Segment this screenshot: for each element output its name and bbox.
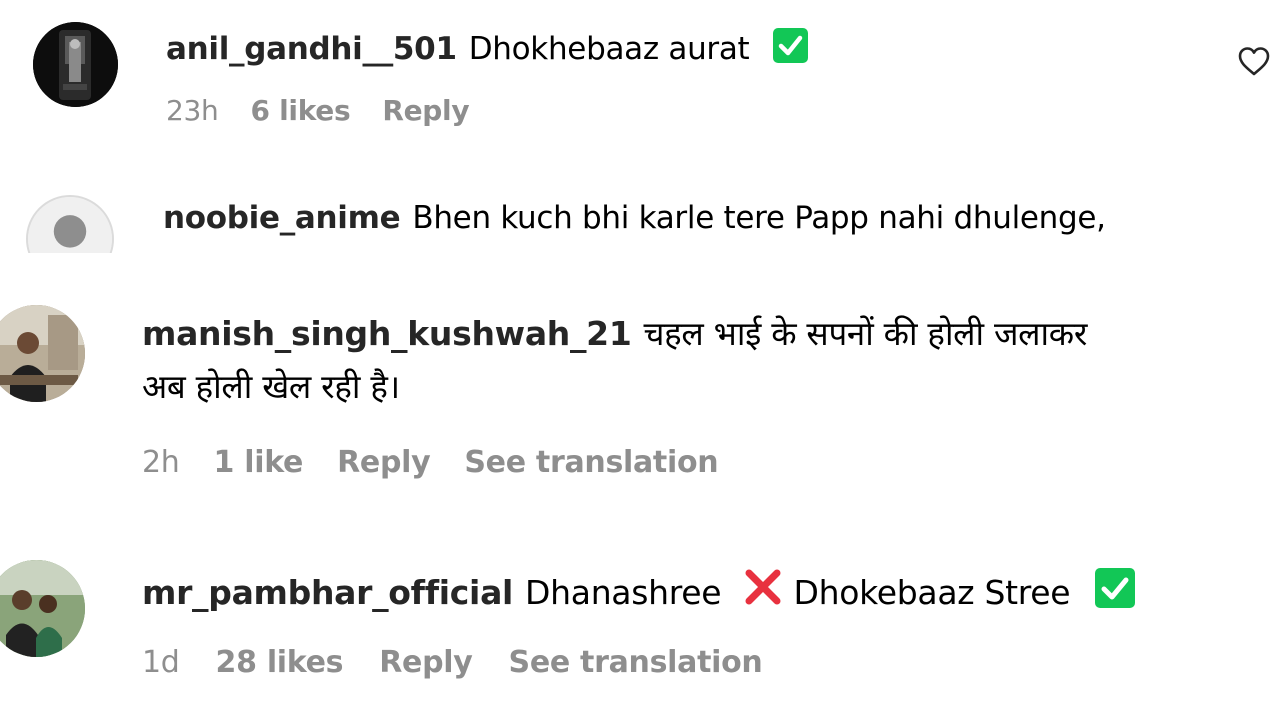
- heart-outline-icon[interactable]: [1237, 45, 1271, 79]
- comment-meta: 1d 28 likes Reply See translation: [142, 643, 763, 683]
- comment-text-row: mr_pambhar_official Dhanashree Dhokebaaz …: [142, 566, 1135, 615]
- comment-text-line1: चहल भाई के सपनों की होली जलाकर: [643, 314, 1088, 353]
- username[interactable]: anil_gandhi__501: [166, 31, 457, 67]
- username[interactable]: manish_singh_kushwah_21: [142, 314, 632, 353]
- comment-text-row: anil_gandhi__501 Dhokhebaaz aurat: [166, 28, 808, 69]
- timestamp: 2h: [142, 445, 180, 480]
- check-mark-button-icon: [772, 28, 808, 63]
- comments-screen: anil_gandhi__501 Dhokhebaaz aurat 23h 6 li…: [0, 0, 1280, 720]
- comment-text: Dhokhebaaz aurat: [468, 31, 750, 67]
- profile-photo-icon: [0, 560, 85, 657]
- like-count[interactable]: 1 like: [214, 443, 304, 483]
- username[interactable]: noobie_anime: [163, 200, 401, 236]
- comment-row-clipped: noobie_anime Bhen kuch bhi karle tere Pap…: [0, 180, 1280, 253]
- comment-text-part2: Dhokebaaz Stree: [793, 573, 1071, 612]
- reply-button[interactable]: Reply: [379, 643, 473, 683]
- default-profile-icon: [28, 197, 112, 253]
- reply-button[interactable]: Reply: [382, 92, 469, 130]
- profile-photo-icon: [33, 22, 118, 107]
- reply-button[interactable]: Reply: [337, 443, 431, 483]
- avatar[interactable]: [26, 195, 114, 253]
- comment-text-part1: Dhanashree: [525, 573, 722, 612]
- comment-meta: 2h 1 like Reply See translation: [142, 443, 719, 483]
- see-translation-link[interactable]: See translation: [509, 643, 763, 683]
- timestamp: 1d: [142, 645, 180, 680]
- comment-meta: 23h 6 likes Reply: [166, 92, 470, 130]
- username[interactable]: mr_pambhar_official: [142, 573, 513, 612]
- cross-mark-icon: [742, 566, 784, 608]
- profile-photo-icon: [0, 305, 85, 402]
- comment-text: Bhen kuch bhi karle tere Papp nahi dhule…: [412, 200, 1106, 236]
- timestamp: 23h: [166, 94, 219, 127]
- avatar[interactable]: [0, 560, 85, 657]
- check-mark-button-icon: [1094, 568, 1135, 608]
- like-count[interactable]: 28 likes: [216, 643, 344, 683]
- see-translation-link[interactable]: See translation: [464, 443, 718, 483]
- avatar[interactable]: [0, 305, 85, 402]
- avatar[interactable]: [33, 22, 118, 107]
- comment-text-row: noobie_anime Bhen kuch bhi karle tere Pap…: [163, 198, 1106, 238]
- comment-text-line2: अब होली खेल रही है।: [142, 367, 400, 406]
- comment-text-row: manish_singh_kushwah_21 चहल भाई के सपनों …: [142, 312, 1087, 356]
- like-count[interactable]: 6 likes: [250, 92, 350, 130]
